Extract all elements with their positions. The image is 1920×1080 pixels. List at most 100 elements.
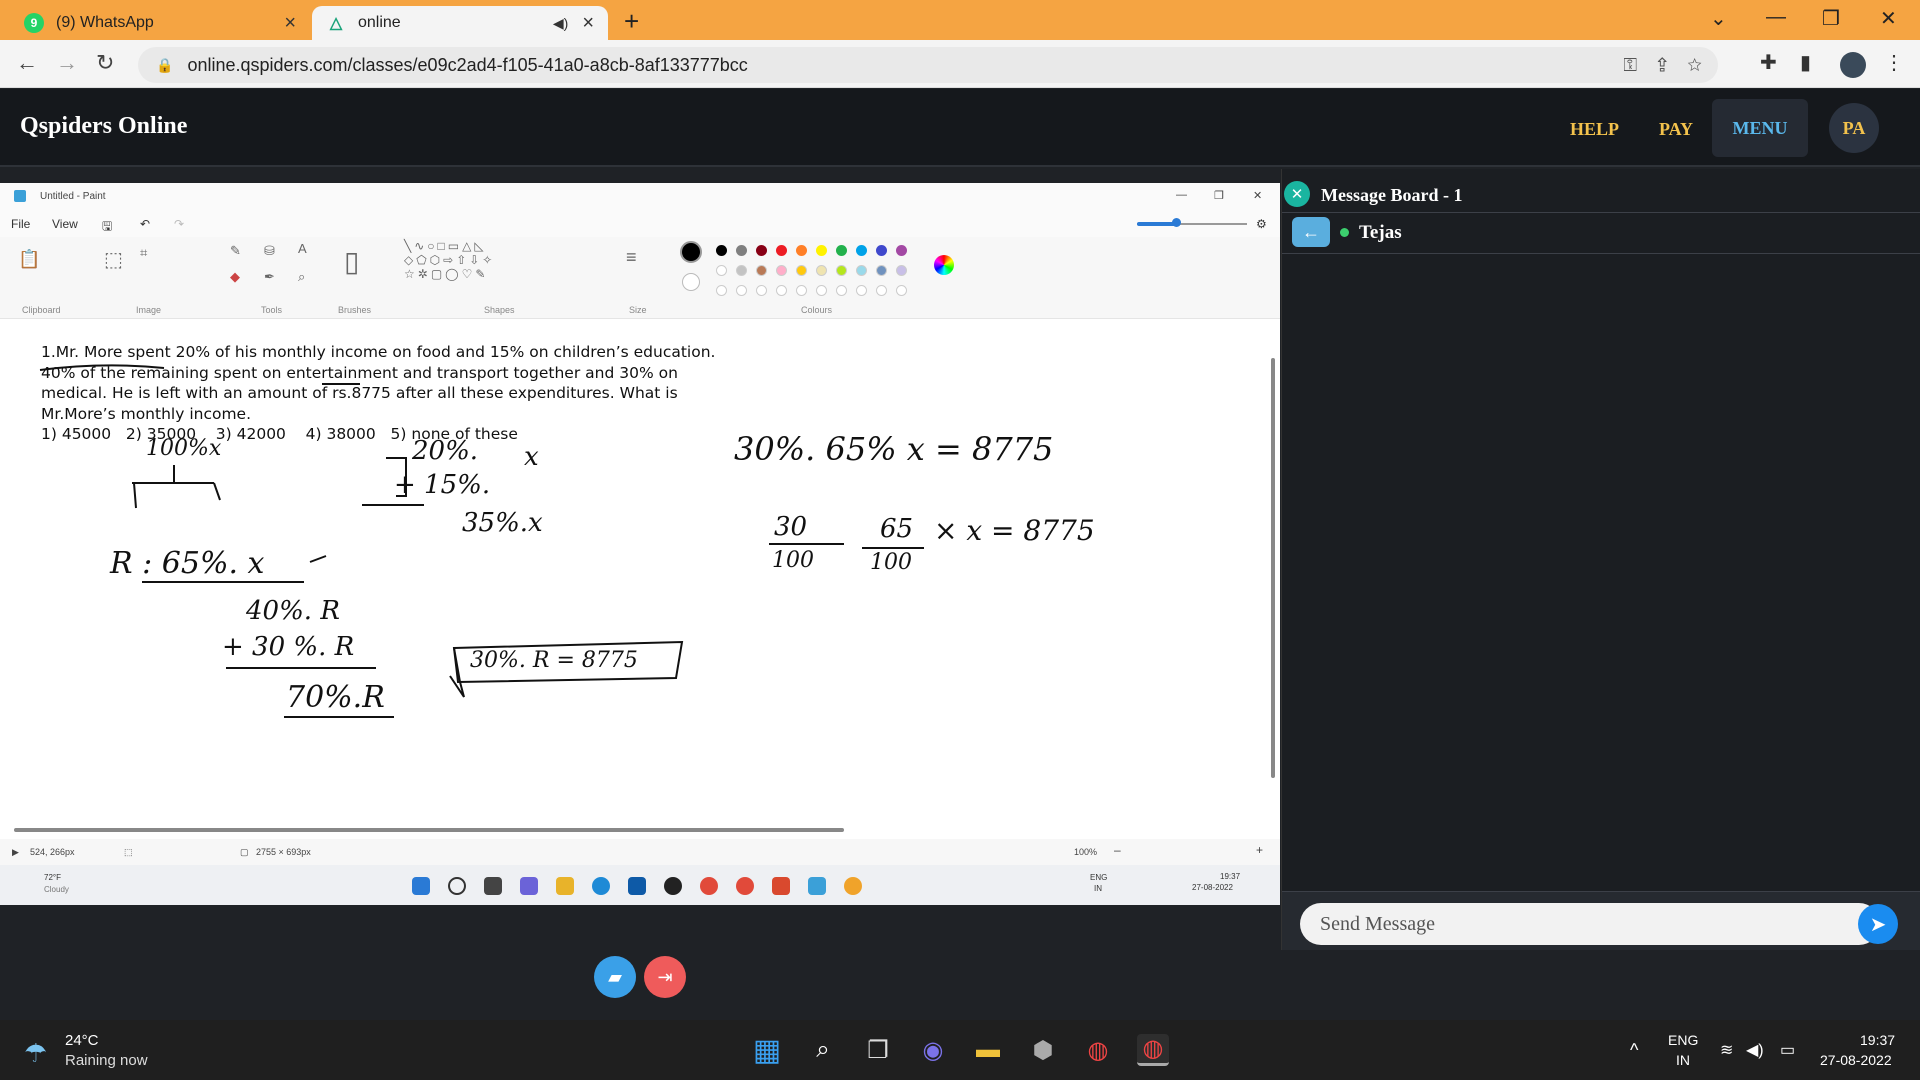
- send-message-input[interactable]: [1300, 903, 1880, 945]
- app-shield-icon[interactable]: ⬢: [1027, 1034, 1059, 1066]
- close-tab-icon[interactable]: ×: [284, 12, 296, 35]
- forward-arrow-icon[interactable]: →: [56, 50, 78, 76]
- colour-swatch: [796, 245, 807, 256]
- colour-swatch: [896, 245, 907, 256]
- chat-user-row: ← Tejas: [1282, 214, 1920, 254]
- colour-swatch: [836, 285, 847, 296]
- reload-icon[interactable]: ↻: [96, 50, 114, 76]
- url-text: online.qspiders.com/classes/e09c2ad4-f10…: [187, 54, 748, 75]
- canvas-size-icon: ▢: [240, 847, 249, 857]
- colour-swatch: [836, 265, 847, 276]
- crop-icon: ⌗: [140, 245, 148, 260]
- start-windows-icon[interactable]: ▦: [751, 1034, 783, 1067]
- send-icon[interactable]: ➤: [1858, 904, 1898, 944]
- colour-swatch: [816, 285, 827, 296]
- leave-session-icon[interactable]: ⇥: [644, 956, 686, 998]
- inner-taskview-icon: [484, 877, 502, 895]
- volume-icon[interactable]: ◀): [1746, 1040, 1764, 1060]
- menu-button[interactable]: MENU: [1712, 99, 1808, 157]
- extensions-icon[interactable]: ✚: [1760, 50, 1777, 75]
- chat-icon[interactable]: ◉: [917, 1034, 949, 1066]
- wifi-icon[interactable]: ≋: [1720, 1040, 1733, 1060]
- handwriting-note: × x = 8775: [934, 514, 1095, 547]
- colour-swatch: [736, 265, 747, 276]
- close-board-icon[interactable]: ✕: [1284, 181, 1310, 207]
- session-controls: ▰ ⇥: [0, 950, 1280, 1020]
- pencil-icon: ✎: [230, 243, 241, 258]
- inner-time: 19:37: [1220, 872, 1241, 881]
- colour-swatch: [896, 265, 907, 276]
- weather-condition: Raining now: [65, 1052, 148, 1069]
- colour-swatch: [776, 285, 787, 296]
- inner-paint-icon: [808, 877, 826, 895]
- side-panel-icon[interactable]: ▮: [1800, 50, 1811, 75]
- handwriting-note: 30: [774, 512, 808, 542]
- clock-time[interactable]: 19:37: [1860, 1032, 1895, 1048]
- file-explorer-icon[interactable]: ▬: [972, 1034, 1004, 1066]
- chrome-icon[interactable]: ◍: [1082, 1034, 1114, 1066]
- zoom-level: 100%: [1074, 847, 1098, 857]
- omnibox-actions[interactable]: ⚿ ⇪ ☆: [1623, 55, 1702, 76]
- colour-swatch: [756, 265, 767, 276]
- windows-taskbar: ☂ 24°C Raining now ▦ ⌕ ❐ ◉ ▬ ⬢ ◍ ◍ ^ ENG…: [0, 1020, 1920, 1080]
- chat-user-name: Tejas: [1359, 222, 1402, 243]
- cursor-icon: ▶: [12, 847, 19, 857]
- battery-icon[interactable]: ▭: [1780, 1040, 1795, 1060]
- back-arrow-icon[interactable]: ←: [1292, 217, 1330, 247]
- shared-screen-stage: Untitled - Paint — ❐ ✕ File View 🖫 ↶ ↷ ⚙…: [0, 169, 1280, 950]
- profile-avatar[interactable]: [1840, 52, 1866, 78]
- language-region: IN: [1676, 1052, 1690, 1068]
- tab-title: (9) WhatsApp: [56, 14, 154, 31]
- colour-swatch: [776, 245, 787, 256]
- rain-umbrella-icon[interactable]: ☂: [24, 1038, 47, 1069]
- secondary-color-swatch: [682, 273, 700, 291]
- tab-online[interactable]: △ online ◀) ×: [312, 6, 608, 40]
- clock-date[interactable]: 27-08-2022: [1820, 1052, 1892, 1068]
- new-tab-button[interactable]: +: [624, 6, 639, 37]
- search-icon[interactable]: ⌕: [807, 1034, 839, 1066]
- fill-icon: ⛁: [264, 243, 275, 258]
- inner-chrome-icon: [700, 877, 718, 895]
- canvas-vertical-scrollbar: [1271, 358, 1275, 778]
- canvas-size: 2755 × 693px: [256, 847, 311, 857]
- show-hidden-icons[interactable]: ^: [1630, 1040, 1638, 1061]
- language-indicator[interactable]: ENG: [1668, 1032, 1698, 1048]
- ribbon-group-label: Image: [136, 305, 162, 315]
- close-window-button[interactable]: ✕: [1880, 6, 1897, 31]
- tab-whatsapp[interactable]: 9 (9) WhatsApp ×: [10, 6, 310, 40]
- chat-bubble-icon[interactable]: ▰: [594, 956, 636, 998]
- colour-swatch: [716, 265, 727, 276]
- zoom-out-icon: –: [1114, 843, 1121, 857]
- tab-title: online: [358, 14, 401, 31]
- colour-swatch: [876, 265, 887, 276]
- text-tool-icon: A: [298, 241, 307, 256]
- handwriting-note: x: [524, 442, 539, 472]
- handwriting-note: 70%.R: [286, 680, 385, 715]
- minimize-button[interactable]: —: [1766, 6, 1786, 29]
- ribbon-group-label: Shapes: [484, 305, 515, 315]
- tab-search-icon[interactable]: ⌄: [1710, 6, 1727, 31]
- paint-window-title: Untitled - Paint: [40, 190, 106, 202]
- edit-colours-icon: [934, 255, 954, 275]
- pay-link[interactable]: PAY: [1659, 119, 1693, 140]
- chrome-menu-icon[interactable]: ⋮: [1884, 50, 1904, 75]
- user-avatar[interactable]: PA: [1829, 103, 1879, 153]
- inner-lang-region: IN: [1094, 884, 1102, 893]
- shared-screen-taskbar: 72°F Cloudy ENG IN 19:37 27-08-2022: [0, 865, 1280, 905]
- inner-powerpoint-icon: [772, 877, 790, 895]
- restore-button[interactable]: ❐: [1822, 6, 1840, 31]
- back-arrow-icon[interactable]: ←: [16, 50, 38, 76]
- ribbon-group-label: Clipboard: [22, 305, 61, 315]
- speaker-icon[interactable]: ◀): [553, 15, 568, 32]
- paint-title-bar: Untitled - Paint: [0, 183, 1280, 209]
- inner-lang: ENG: [1090, 873, 1108, 882]
- inner-chrome-icon: [736, 877, 754, 895]
- close-tab-icon[interactable]: ×: [582, 12, 594, 35]
- task-view-icon[interactable]: ❐: [862, 1034, 894, 1066]
- paint-restore-icon: ❐: [1214, 190, 1224, 202]
- address-bar[interactable]: 🔒 online.qspiders.com/classes/e09c2ad4-f…: [138, 47, 1718, 83]
- whatsapp-icon: 9: [24, 13, 44, 33]
- colour-swatch: [796, 265, 807, 276]
- chrome-active-icon[interactable]: ◍: [1137, 1034, 1169, 1066]
- help-link[interactable]: HELP: [1570, 119, 1619, 140]
